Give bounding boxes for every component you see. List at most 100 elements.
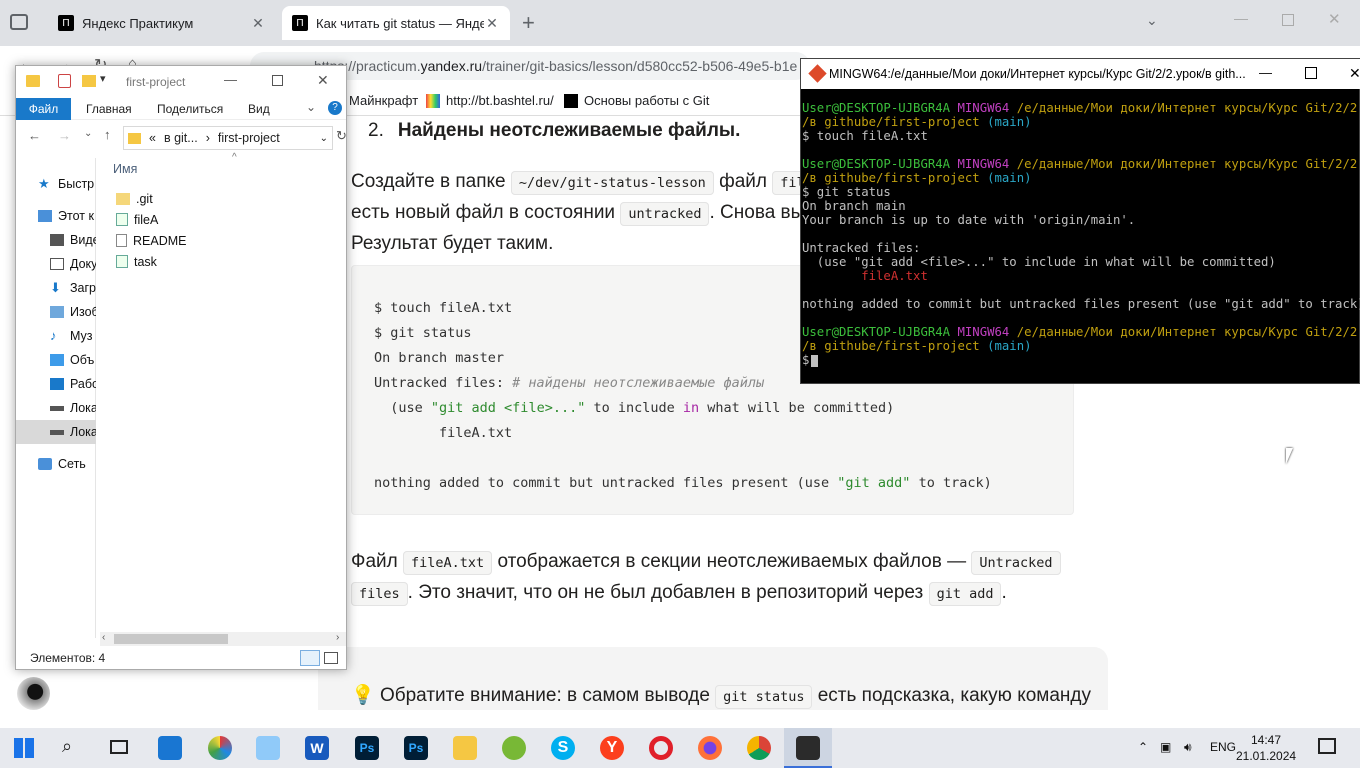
nav-quick-access[interactable]: ★ Быстр [16, 172, 96, 196]
file-explorer-icon[interactable] [453, 736, 477, 760]
text: Создайте в папке [351, 171, 506, 192]
drive-icon [50, 405, 64, 411]
maximize-icon[interactable] [272, 75, 283, 86]
url-domain: yandex.ru [420, 58, 483, 74]
bookmark-minecraft[interactable]: Майнкрафт [349, 93, 418, 108]
star-icon: ★ [38, 176, 50, 191]
search-icon[interactable]: ⌕ [62, 736, 72, 757]
recent-locations-icon[interactable]: ⌄ [84, 128, 92, 139]
opera-icon[interactable] [649, 736, 673, 760]
nav-this-pc[interactable]: Этот к [16, 204, 96, 228]
large-icons-view-icon[interactable] [324, 652, 338, 664]
tab-yandex-practicum[interactable]: П Яндекс Практикум ✕ [48, 6, 276, 40]
volume-icon[interactable]: 🔊︎ [1184, 740, 1192, 755]
explorer-titlebar: ▾ first-project — ✕ [16, 66, 346, 98]
new-folder-icon[interactable] [82, 75, 96, 87]
word-icon[interactable]: W [305, 736, 329, 760]
help-icon[interactable]: ? [328, 101, 342, 115]
path-field[interactable]: « в git... › first-project ⌄ [123, 126, 333, 150]
minimize-icon[interactable]: — [1259, 65, 1272, 80]
customize-toolbar-icon[interactable]: ▾ [100, 72, 106, 85]
file-item-git[interactable]: .git [116, 188, 153, 209]
step-number: 2. [368, 120, 384, 141]
close-window-icon[interactable]: ✕ [1328, 10, 1341, 28]
nav-local-disk-c[interactable]: Лока [16, 396, 96, 420]
system-clock[interactable]: 14:47 21.01.2024 [1236, 732, 1296, 764]
notifications-icon[interactable] [1318, 738, 1336, 754]
ribbon-tab-home[interactable]: Главная [86, 102, 132, 116]
chevron-down-icon[interactable]: ⌄ [320, 133, 328, 144]
show-hidden-icons-icon[interactable]: ⌃ [1138, 740, 1148, 754]
tab-search-icon[interactable]: ⌄ [1146, 12, 1158, 29]
nav-local-disk-e[interactable]: Лока [16, 420, 96, 444]
user-avatar[interactable] [17, 677, 50, 710]
maximize-icon[interactable] [1305, 67, 1317, 79]
yandex-browser-icon[interactable]: Y [600, 736, 624, 760]
nav-videos[interactable]: Виде [16, 228, 96, 252]
refresh-icon[interactable]: ↻ [336, 128, 347, 144]
nav-downloads[interactable]: ⬇ Загр [16, 276, 96, 300]
terminal-line: $ git status [802, 185, 891, 199]
git-bash-icon[interactable] [796, 736, 820, 760]
bookmark-bashtel[interactable]: http://bt.bashtel.ru/ [426, 93, 554, 108]
skype-icon[interactable]: S [551, 736, 575, 760]
task-view-icon[interactable] [110, 740, 128, 754]
close-icon[interactable]: ✕ [1349, 65, 1360, 82]
path-parent[interactable]: в git... [164, 131, 198, 145]
photoshop-icon[interactable]: Ps [355, 736, 379, 760]
path-overflow[interactable]: « [149, 131, 156, 145]
prompt-path: /e/данные/Мои доки/Интернет курсы/Курс G… [1016, 157, 1360, 171]
minimize-window-icon[interactable]: — [1234, 10, 1248, 26]
tab-actions-icon[interactable] [10, 14, 28, 30]
nav-desktop[interactable]: Рабо [16, 372, 96, 396]
chrome-icon[interactable] [747, 736, 771, 760]
tab-git-status[interactable]: П Как читать git status — Яндекс Пр ✕ [282, 6, 510, 40]
ribbon-tab-file[interactable]: Файл [16, 98, 71, 120]
nav-music[interactable]: ♪ Муз [16, 324, 96, 348]
new-tab-button[interactable]: + [522, 10, 535, 36]
scroll-left-icon[interactable]: ‹ [102, 632, 105, 643]
nav-pictures[interactable]: Изоб [16, 300, 96, 324]
drive-icon [50, 429, 64, 435]
terminal-output[interactable]: User@DESKTOP-UJBGR4A MINGW64 /e/данные/М… [801, 89, 1360, 383]
skype-like-app-icon[interactable] [208, 736, 232, 760]
scrollbar-thumb[interactable] [114, 634, 228, 644]
start-windows-icon[interactable] [14, 738, 34, 758]
item-count: Элементов: 4 [30, 651, 106, 665]
paint-icon[interactable] [256, 736, 280, 760]
git-bash-window[interactable]: MINGW64:/e/данные/Мои доки/Интернет курс… [800, 58, 1360, 384]
bookmark-git-basics[interactable]: Основы работы с Git [564, 93, 709, 108]
close-icon[interactable]: ✕ [317, 72, 329, 89]
scroll-right-icon[interactable]: › [336, 632, 339, 643]
ribbon-tab-share[interactable]: Поделиться [157, 102, 223, 116]
horizontal-scrollbar[interactable]: ‹ › [100, 632, 346, 646]
file-item-filea[interactable]: fileA [116, 209, 158, 230]
nav-network[interactable]: Сеть [16, 452, 96, 476]
nav-documents[interactable]: Доку [16, 252, 96, 276]
maximize-window-icon[interactable] [1282, 14, 1294, 26]
forward-icon[interactable]: → [58, 128, 71, 143]
path-current[interactable]: first-project [218, 131, 280, 145]
up-icon[interactable]: ↑ [104, 127, 111, 142]
utorrent-icon[interactable] [502, 736, 526, 760]
minimize-icon[interactable]: — [224, 72, 237, 87]
firefox-icon[interactable] [698, 736, 722, 760]
details-view-icon[interactable] [300, 650, 320, 666]
bookmark-label: Основы работы с Git [584, 93, 710, 108]
input-language[interactable]: ENG [1210, 740, 1236, 754]
photoshop-2-icon[interactable]: Ps [404, 736, 428, 760]
file-item-readme[interactable]: README [116, 230, 186, 251]
properties-icon[interactable] [58, 74, 71, 88]
nav-3d-objects[interactable]: Объ [16, 348, 96, 372]
expand-ribbon-icon[interactable]: ⌄ [306, 100, 316, 114]
inline-code: files [351, 582, 408, 606]
bookmark-label: http://bt.bashtel.ru/ [446, 93, 554, 108]
calculator-icon[interactable] [158, 736, 182, 760]
back-icon[interactable]: ← [28, 128, 41, 143]
close-tab-icon[interactable]: ✕ [250, 15, 266, 32]
file-item-task[interactable]: task [116, 251, 157, 272]
network-icon[interactable]: ▣ [1160, 740, 1171, 754]
close-tab-icon[interactable]: ✕ [484, 15, 500, 32]
column-header-name[interactable]: Имя [113, 162, 137, 176]
ribbon-tab-view[interactable]: Вид [248, 102, 270, 116]
